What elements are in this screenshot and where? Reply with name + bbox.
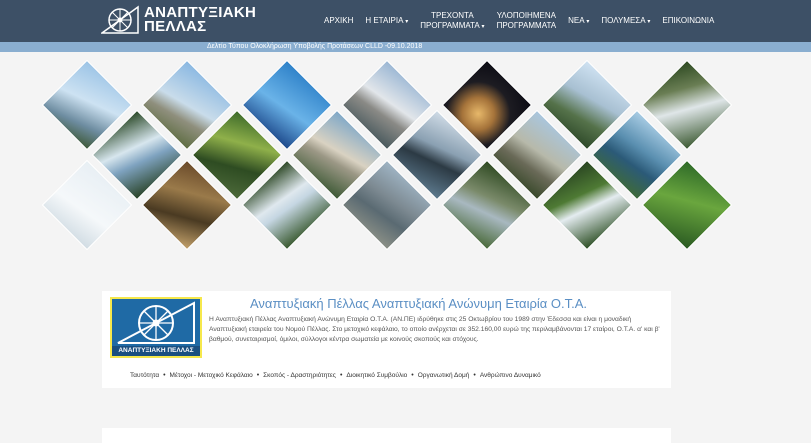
company-title: Αναπτυξιακή Πέλλας Αναπτυξιακή Ανώνυμη Ε… [250,296,588,311]
nav-completed-programs[interactable]: ΥΛΟΠΟΙΗΜΕΝΑ ΠΡΟΓΡΑΜΜΑΤΑ [491,11,563,31]
nav-company[interactable]: Η ΕΤΑΙΡΙΑ ▾ [359,16,414,27]
nav-multimedia[interactable]: ΠΟΛΥΜΕΣΑ ▾ [595,16,656,27]
logo-text: ΑΝΑΠΤΥΞΙΑΚΗ ΠΕΛΛΑΣ [144,5,256,35]
nav-company-label: Η ΕΤΑΙΡΙΑ [365,15,403,25]
chevron-down-icon: ▾ [481,23,485,30]
separator: • [473,372,476,379]
chevron-down-icon: ▾ [405,18,409,25]
separator: • [256,372,260,379]
nav-contact[interactable]: ΕΠΙΚΟΙΝΩΝΙΑ [656,16,720,26]
link-identity[interactable]: Ταυτότητα [130,372,159,379]
link-board[interactable]: Διοικητικό Συμβούλιο [346,372,407,379]
link-purpose[interactable]: Σκοπός - Δραστηριότητες [263,372,336,379]
nav-completed-programs-label-2: ΠΡΟΓΡΑΜΜΑΤΑ [496,21,557,30]
company-logo-body: ΑΝΑΠΤΥΞΙΑΚΗ ΠΕΛΛΑΣ [112,299,200,356]
nav-home-label: ΑΡΧΙΚΗ [324,16,354,25]
nav-current-programs[interactable]: ΤΡΕΧΟΝΤΑ ΠΡΟΓΡΑΜΜΑΤΑ ▾ [414,11,490,32]
nav-current-programs-label-1: ΤΡΕΧΟΝΤΑ [431,10,474,20]
company-description: Η Αναπτυξιακή Πέλλας Αναπτυξιακή Ανώνυμη… [209,316,660,343]
separator: • [339,372,343,379]
separator: • [411,372,414,379]
chevron-down-icon: ▾ [586,18,590,25]
nav-contact-label: ΕΠΙΚΟΙΝΩΝΙΑ [662,16,715,25]
news-ticker: Δελτίο Τύπου Ολοκλήρωση Υποβολής Προτάσε… [0,42,811,52]
nav-completed-programs-label-1: ΥΛΟΠΟΙΗΜΕΝΑ [496,11,556,20]
wheel-logo-icon [101,5,139,34]
company-links: Ταυτότητα • Μέτοχοι - Μετοχικό Κεφάλαιο … [130,372,541,379]
link-organization[interactable]: Οργανωτική Δομή [418,372,470,379]
photo-mosaic [0,52,811,272]
chevron-down-icon: ▾ [647,18,651,25]
separator: • [163,372,166,379]
nav-home[interactable]: ΑΡΧΙΚΗ [318,16,359,26]
company-logo-label: ΑΝΑΠΤΥΞΙΑΚΗ ΠΕΛΛΑΣ [112,346,200,356]
nav-news-label: ΝΕΑ [568,15,585,25]
nav-multimedia-label: ΠΟΛΥΜΕΣΑ [601,15,646,25]
top-navbar: ΑΝΑΠΤΥΞΙΑΚΗ ΠΕΛΛΑΣ ΑΡΧΙΚΗ Η ΕΤΑΙΡΙΑ ▾ ΤΡ… [0,0,811,42]
link-human-resources[interactable]: Ανθρώπινο Δυναμικό [480,372,541,379]
next-section-card [102,428,671,443]
intro-card: ΑΝΑΠΤΥΞΙΑΚΗ ΠΕΛΛΑΣ Αναπτυξιακή Πέλλας Αν… [102,291,671,388]
logo-line-2: ΠΕΛΛΑΣ [144,18,207,35]
company-logo: ΑΝΑΠΤΥΞΙΑΚΗ ΠΕΛΛΑΣ [110,297,202,358]
link-shareholders[interactable]: Μέτοχοι - Μετοχικό Κεφάλαιο [170,372,253,379]
wheel-logo-icon [117,301,195,344]
nav-current-programs-label-2: ΠΡΟΓΡΑΜΜΑΤΑ [420,20,480,30]
site-logo[interactable]: ΑΝΑΠΤΥΞΙΑΚΗ ΠΕΛΛΑΣ [101,4,256,36]
nav-news[interactable]: ΝΕΑ ▾ [562,16,595,27]
ticker-link[interactable]: Δελτίο Τύπου Ολοκλήρωση Υποβολής Προτάσε… [207,42,422,52]
main-nav: ΑΡΧΙΚΗ Η ΕΤΑΙΡΙΑ ▾ ΤΡΕΧΟΝΤΑ ΠΡΟΓΡΑΜΜΑΤΑ … [318,0,720,42]
